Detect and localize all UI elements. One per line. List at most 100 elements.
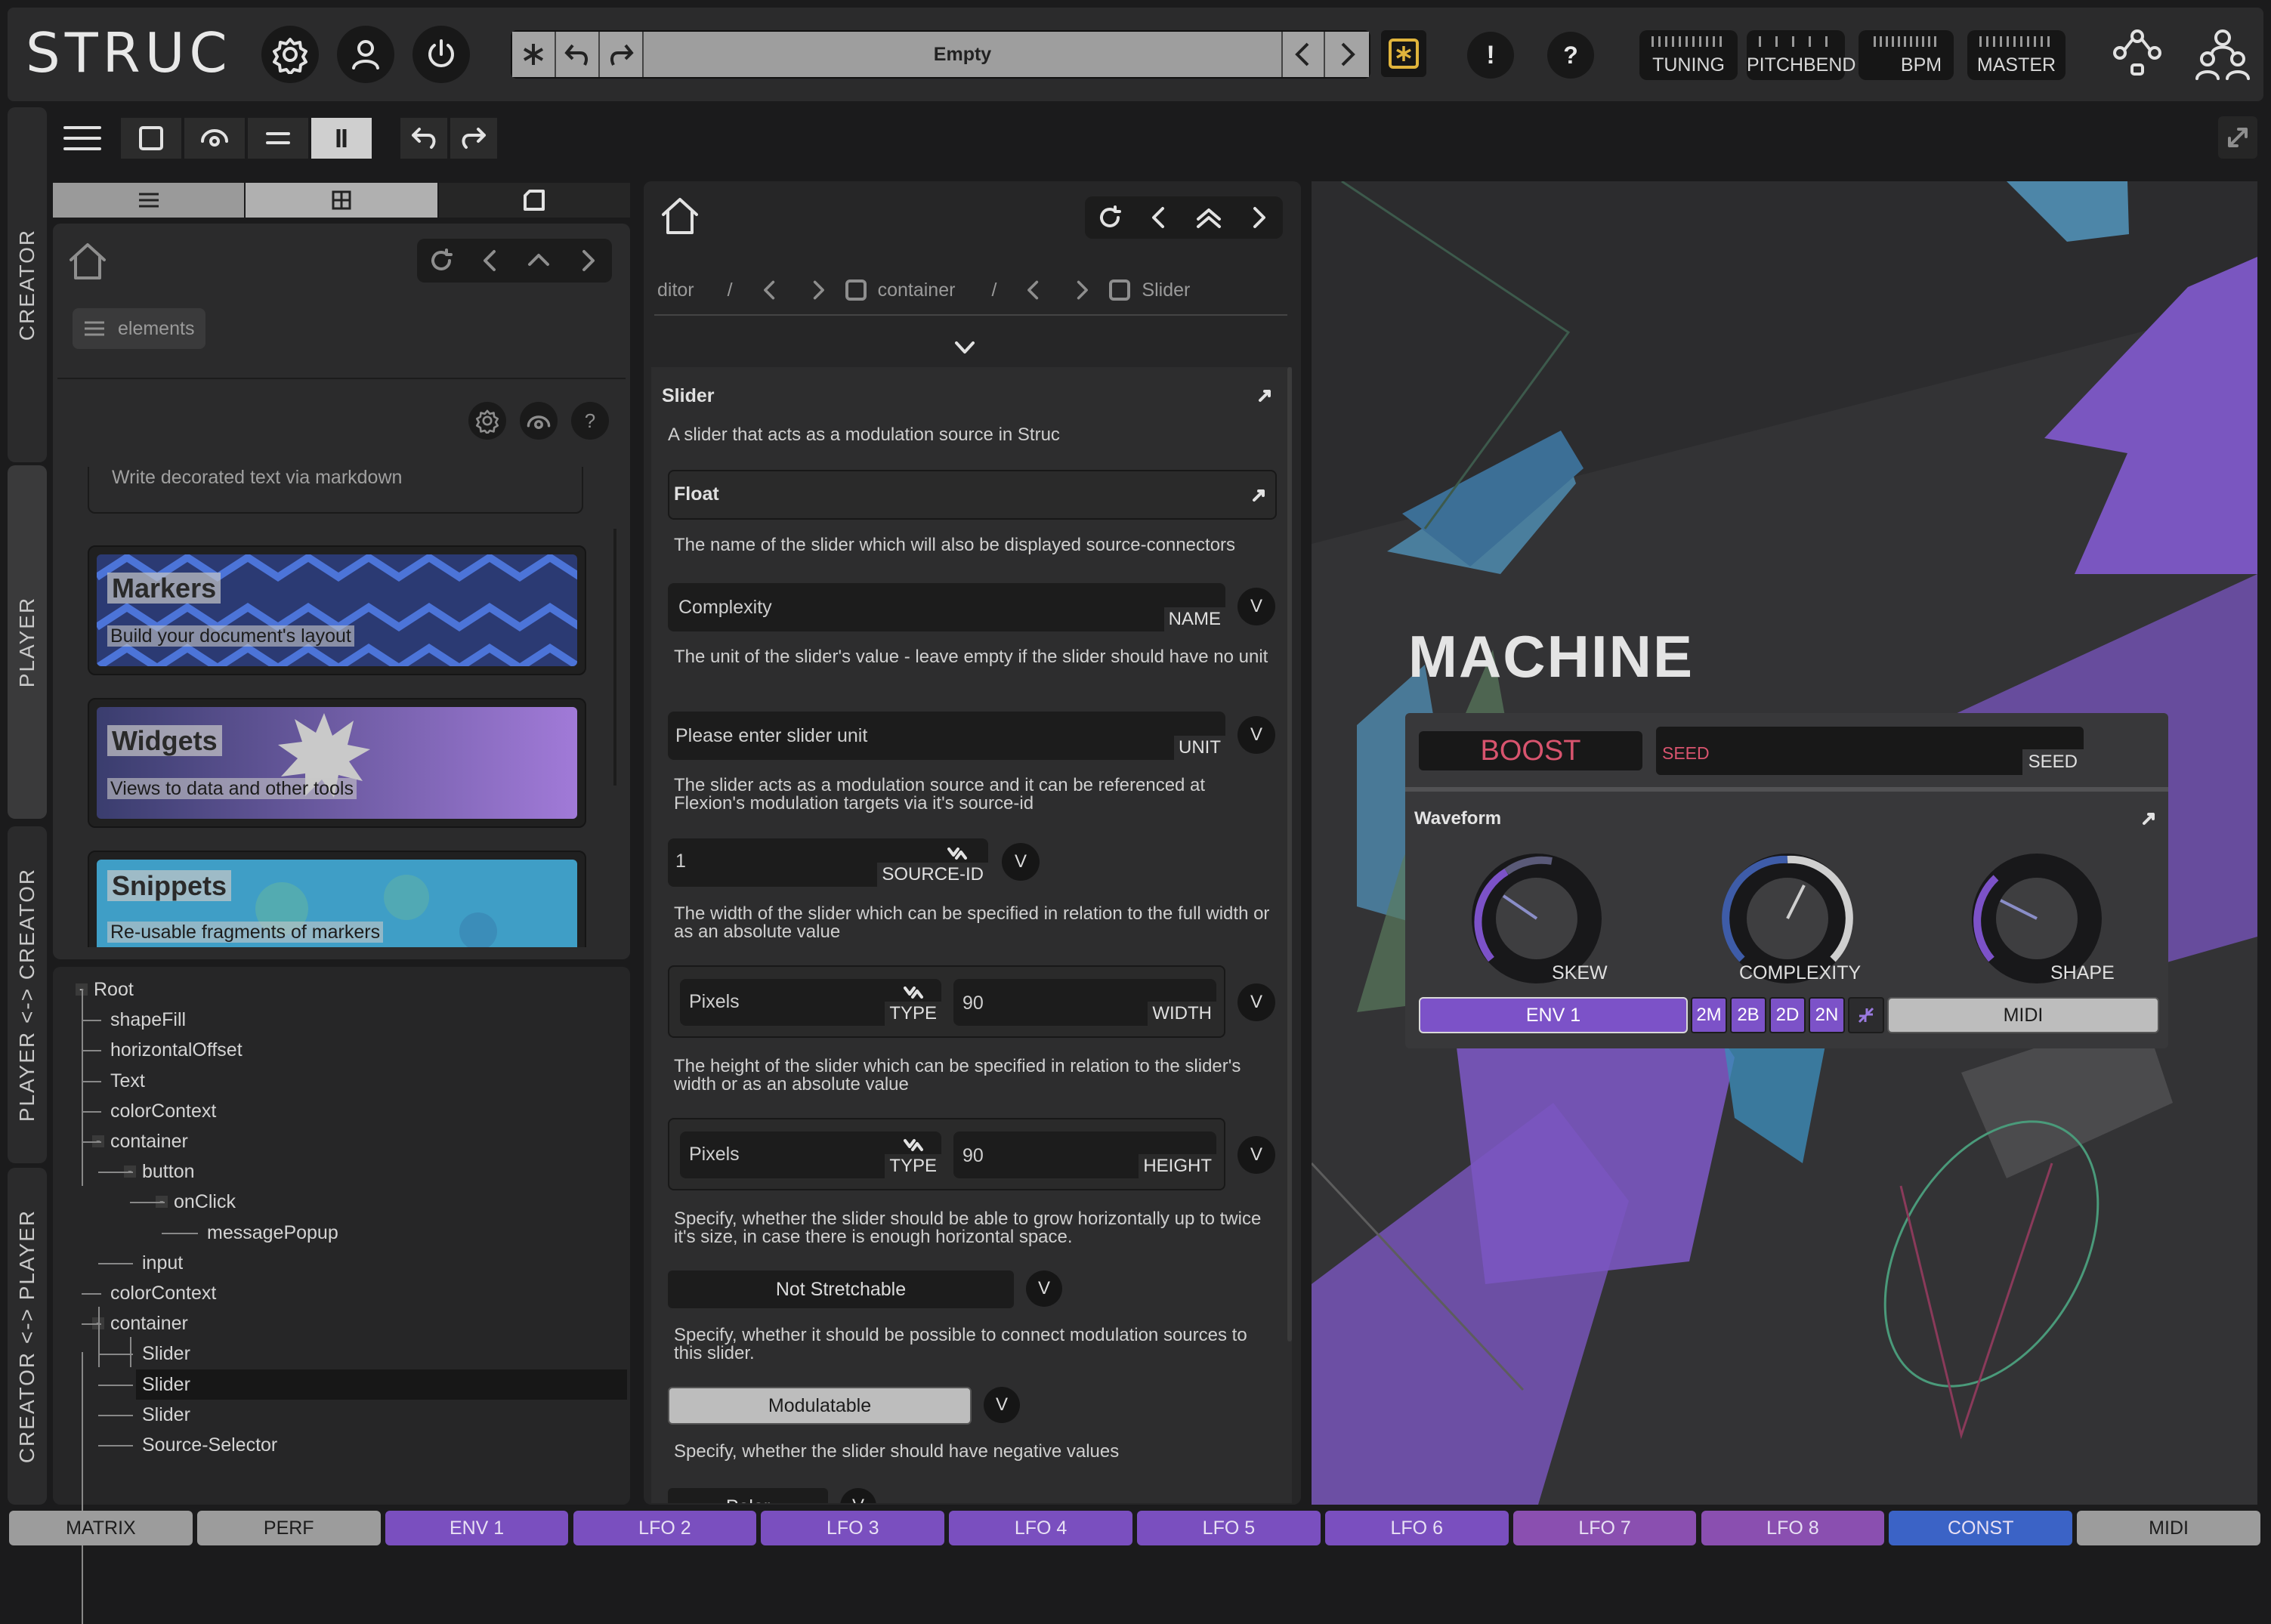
preset-redo-button[interactable] (600, 32, 644, 77)
editor-scroll[interactable]: Slider A slider that acts as a modulatio… (651, 367, 1292, 1503)
tree-item-selected[interactable]: Slider (136, 1369, 627, 1400)
help-button[interactable]: ? (1547, 32, 1594, 79)
bottom-tab-matrix[interactable]: MATRIX (9, 1511, 193, 1545)
height-type-select[interactable]: Pixels TYPE (680, 1132, 941, 1178)
sidetab-player-creator[interactable]: PLAYER <-> CREATOR (8, 826, 47, 1163)
refresh-icon[interactable] (428, 248, 454, 273)
tree-item[interactable]: Slider (60, 1338, 627, 1369)
chevron-left-icon[interactable] (759, 279, 781, 301)
editor-scrollbar[interactable] (1287, 367, 1292, 1341)
bottom-tab-perf[interactable]: PERF (196, 1511, 381, 1545)
preset-prev-button[interactable] (1281, 32, 1325, 77)
height-variable-button[interactable]: V (1237, 1136, 1275, 1174)
name-variable-button[interactable]: V (1237, 588, 1275, 625)
width-value-field[interactable]: 90 WIDTH (953, 979, 1216, 1026)
collapse-button[interactable] (1848, 997, 1884, 1033)
layout-rows-button[interactable] (248, 118, 308, 159)
card-markers[interactable]: Markers Build your document's layout (88, 545, 586, 675)
preset-next-button[interactable] (1325, 32, 1369, 77)
modulatable-toggle[interactable]: Modulatable (668, 1387, 972, 1425)
collapse-toggle[interactable] (953, 338, 976, 357)
height-value-field[interactable]: 90 HEIGHT (953, 1132, 1216, 1178)
tree-item[interactable]: button (60, 1156, 627, 1187)
name-field[interactable]: Complexity NAME (668, 583, 1225, 631)
double-chevron-up-icon[interactable] (1195, 204, 1222, 231)
sidetab-creator[interactable]: CREATOR (8, 107, 47, 462)
midi-button[interactable]: MIDI (1887, 997, 2159, 1033)
polar-variable-button[interactable]: V (840, 1488, 876, 1503)
mini-button[interactable]: 2M (1691, 997, 1727, 1033)
bottom-tab-lfo-2[interactable]: LFO 2 (573, 1511, 757, 1545)
bottom-tab-lfo-6[interactable]: LFO 6 (1324, 1511, 1509, 1545)
library-scroll-area[interactable]: Write decorated text via markdown Marker… (57, 467, 616, 947)
tree-item[interactable]: colorContext (60, 1278, 627, 1308)
chevron-up-icon[interactable] (526, 248, 552, 273)
tree-item[interactable]: container (60, 1308, 627, 1338)
card-snippets[interactable]: Snippets Re-usable fragments of markers (88, 851, 586, 947)
width-type-select[interactable]: Pixels TYPE (680, 979, 941, 1026)
tab-grid[interactable] (246, 183, 437, 218)
users-button[interactable] (2194, 26, 2251, 83)
polar-toggle[interactable]: Polar (668, 1488, 828, 1503)
tree-item[interactable]: colorContext (60, 1096, 627, 1126)
refresh-icon[interactable] (1097, 205, 1123, 230)
tree-item[interactable]: container (60, 1126, 627, 1156)
sidetab-creator-player[interactable]: CREATOR <-> PLAYER (8, 1168, 47, 1505)
width-variable-button[interactable]: V (1237, 983, 1275, 1021)
layout-columns-button[interactable] (311, 118, 372, 159)
stretch-variable-button[interactable]: V (1026, 1270, 1062, 1307)
undo-button[interactable] (400, 118, 447, 159)
editor-home-button[interactable] (659, 195, 701, 237)
library-preview-button[interactable] (520, 402, 558, 440)
mod-source-button[interactable]: ENV 1 (1419, 997, 1688, 1033)
tree-item[interactable]: Text (60, 1066, 627, 1096)
layout-preview-button[interactable] (184, 118, 245, 159)
redo-button[interactable] (450, 118, 497, 159)
bottom-tab-lfo-3[interactable]: LFO 3 (761, 1511, 945, 1545)
library-search-chip[interactable]: elements (73, 308, 205, 349)
pop-out-icon[interactable] (1250, 486, 1268, 505)
chevron-right-icon[interactable] (807, 279, 830, 301)
bottom-tab-lfo-8[interactable]: LFO 8 (1701, 1511, 1885, 1545)
tree-item[interactable]: input (60, 1248, 627, 1278)
layout-single-button[interactable] (121, 118, 181, 159)
unit-field[interactable]: Please enter slider unit UNIT (668, 712, 1225, 760)
source-id-field[interactable]: 1 SOURCE-ID (668, 838, 988, 887)
tree-item[interactable]: shapeFill (60, 1005, 627, 1035)
bottom-tab-env-1[interactable]: ENV 1 (385, 1511, 569, 1545)
chevron-right-icon[interactable] (575, 248, 601, 273)
randomize-button[interactable] (512, 32, 556, 77)
chevron-right-icon[interactable] (1071, 279, 1093, 301)
library-settings-button[interactable] (468, 402, 506, 440)
alert-button[interactable]: ! (1467, 32, 1514, 79)
tree-item[interactable]: Root (60, 974, 627, 1005)
stepper-icon[interactable] (946, 846, 969, 861)
tab-list[interactable] (53, 183, 245, 218)
bottom-tab-lfo-4[interactable]: LFO 4 (949, 1511, 1132, 1545)
source-id-variable-button[interactable]: V (1002, 843, 1040, 881)
library-scrollbar[interactable] (613, 529, 616, 786)
bottom-tab-lfo-7[interactable]: LFO 7 (1512, 1511, 1697, 1545)
settings-button[interactable] (261, 26, 319, 83)
power-button[interactable] (412, 26, 470, 83)
stretch-toggle[interactable]: Not Stretchable (668, 1270, 1014, 1308)
bottom-tab-midi[interactable]: MIDI (2077, 1511, 2260, 1545)
preset-undo-button[interactable] (556, 32, 600, 77)
tree-item[interactable]: horizontalOffset (60, 1035, 627, 1065)
breadcrumb-item[interactable]: Slider (1142, 279, 1190, 301)
routing-button[interactable] (2111, 27, 2164, 80)
boost-button[interactable]: BOOST (1419, 731, 1642, 770)
library-help-button[interactable]: ? (571, 402, 609, 440)
chevron-right-icon[interactable] (1246, 205, 1271, 230)
preset-name[interactable]: Empty (644, 44, 1281, 66)
mini-button[interactable]: 2N (1809, 997, 1845, 1033)
sidetab-player[interactable]: PLAYER (8, 465, 47, 819)
card-widgets[interactable]: Widgets Views to data and other tools (88, 698, 586, 828)
breadcrumb-item[interactable]: container (878, 279, 956, 301)
library-home-button[interactable] (66, 240, 109, 283)
pop-out-icon[interactable] (1256, 387, 1274, 405)
fullscreen-button[interactable] (2218, 116, 2257, 159)
unit-variable-button[interactable]: V (1237, 716, 1275, 754)
chevron-left-icon[interactable] (1022, 279, 1045, 301)
tree-item[interactable]: messagePopup (60, 1218, 627, 1248)
